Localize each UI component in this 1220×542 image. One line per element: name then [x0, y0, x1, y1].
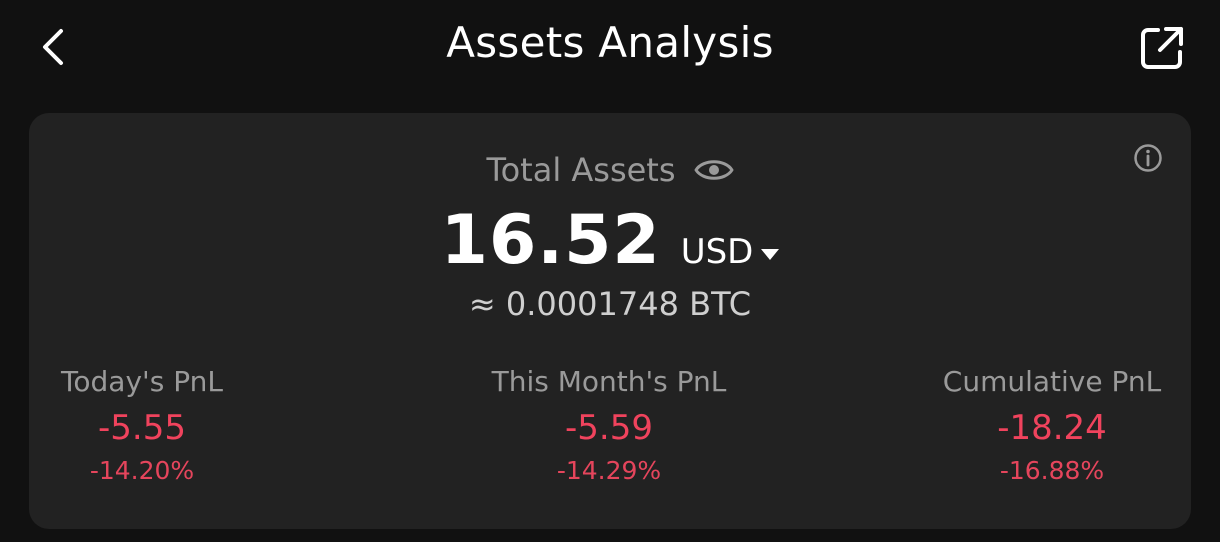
share-button[interactable] [1134, 20, 1190, 76]
pnl-percent: -14.20% [89, 456, 195, 485]
page-title: Assets Analysis [446, 18, 774, 67]
total-assets-amount: 16.52 [440, 201, 661, 280]
pnl-percent: -14.29% [556, 456, 662, 485]
pnl-label: Cumulative PnL [942, 365, 1162, 398]
pnl-value: -5.55 [98, 408, 186, 448]
pnl-this-month[interactable]: This Month's PnL -5.59 -14.29% [479, 365, 739, 485]
pnl-value: -5.59 [565, 408, 653, 448]
eye-icon [694, 160, 734, 180]
pnl-label: Today's PnL [61, 365, 223, 398]
pnl-cumulative[interactable]: Cumulative PnL -18.24 -16.88% [937, 365, 1167, 485]
total-assets-amount-row: 16.52 USD [29, 201, 1191, 280]
currency-label: USD [680, 232, 754, 272]
pnl-value: -18.24 [997, 408, 1107, 448]
pnl-percent: -16.88% [999, 456, 1105, 485]
assets-summary-card: Total Assets 16.52 USD ≈ 0.0001748 BTC T… [29, 113, 1191, 529]
total-assets-label: Total Assets [486, 151, 676, 189]
external-link-icon [1141, 27, 1183, 69]
currency-dropdown[interactable]: USD [681, 232, 780, 272]
pnl-label: This Month's PnL [491, 365, 727, 398]
total-assets-header: Total Assets [29, 151, 1191, 189]
btc-equivalent: ≈ 0.0001748 BTC [468, 285, 752, 323]
visibility-toggle[interactable] [694, 157, 734, 183]
pnl-today[interactable]: Today's PnL -5.55 -14.20% [57, 365, 227, 485]
caret-down-icon [761, 248, 780, 260]
header-bar: Assets Analysis [0, 0, 1220, 92]
